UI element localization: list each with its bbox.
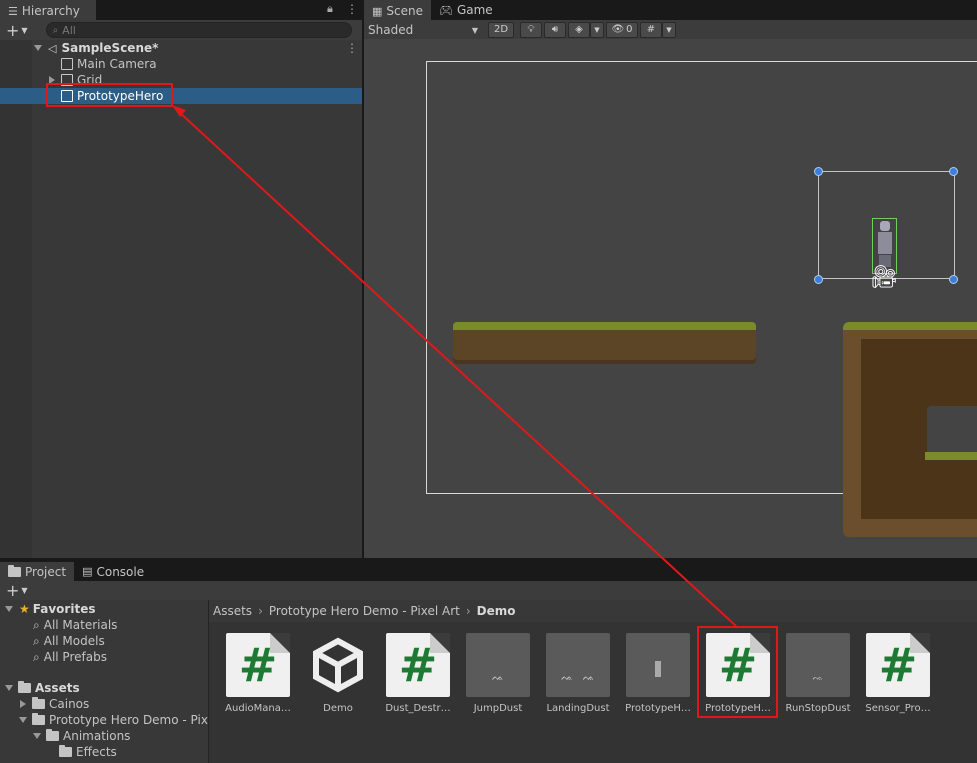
annotation-arrow	[172, 105, 737, 627]
